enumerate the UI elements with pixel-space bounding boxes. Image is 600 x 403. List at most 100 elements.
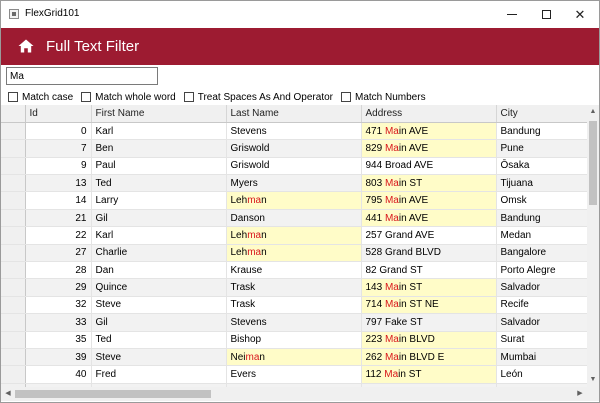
cell-address[interactable]: 714 Main ST NE [361,296,497,315]
cell-city[interactable]: Porto Alegre [496,261,587,280]
row-header[interactable] [1,157,26,176]
cell-first-name[interactable]: Gil [91,313,227,332]
table-row[interactable]: 14 Larry Lehman 795 Main AVE Omsk [1,191,587,210]
table-row[interactable]: 0 Karl Stevens 471 Main AVE Bandung [1,122,587,141]
vertical-scrollbar[interactable]: ▲ ▼ [587,105,599,387]
cell-city[interactable]: Pune [496,139,587,158]
cell-last-name[interactable]: Neiman [226,348,362,367]
cell-address[interactable]: 262 Main BLVD E [361,348,497,367]
cell-last-name[interactable]: Trask [226,296,362,315]
option-treat-spaces-as-and-operator[interactable]: Treat Spaces As And Operator [183,90,333,104]
home-icon[interactable] [18,38,34,54]
cell-address[interactable]: 829 Main AVE [361,139,497,158]
scroll-right-icon[interactable]: ▶ [575,389,585,399]
vertical-scroll-thumb[interactable] [589,121,597,205]
cell-id[interactable]: 9 [25,157,92,176]
cell-address[interactable]: 803 Main ST [361,174,497,193]
cell-id[interactable]: 13 [25,174,92,193]
cell-city[interactable]: Bangalore [496,244,587,263]
cell-first-name[interactable]: Quince [91,278,227,297]
row-header[interactable] [1,209,26,228]
cell-first-name[interactable]: Gil [91,209,227,228]
maximize-button[interactable] [529,1,563,28]
cell-id[interactable]: 32 [25,296,92,315]
table-row[interactable]: 21 Gil Danson 441 Main AVE Bandung [1,209,587,228]
cell-address[interactable]: 223 Main BLVD [361,331,497,349]
match-whole-word-checkbox[interactable] [81,92,92,102]
cell-last-name[interactable]: Krause [226,261,362,280]
row-header[interactable] [1,278,26,297]
data-grid[interactable]: Id First Name Last Name Address City 0 Ka… [1,105,587,387]
cell-address[interactable]: 143 Main ST [361,278,497,297]
minimize-button[interactable] [495,1,529,28]
horizontal-scrollbar[interactable]: ◀ ▶ [1,387,587,401]
match-numbers-checkbox[interactable] [341,92,351,102]
treat-spaces-as-and-operator-checkbox[interactable] [183,92,194,102]
cell-id[interactable]: 14 [25,191,92,210]
cell-first-name[interactable]: Ted [91,331,227,349]
cell-address[interactable]: 944 Broad AVE [361,157,497,176]
cell-last-name[interactable]: Bishop [226,331,362,349]
table-row[interactable]: 32 Steve Trask 714 Main ST NE Recife [1,296,587,315]
column-header-last-name[interactable]: Last Name [226,105,362,123]
cell-city[interactable]: Bandung [496,122,587,141]
cell-city[interactable]: Salvador [496,278,587,297]
match-case-checkbox[interactable] [8,92,18,102]
row-header[interactable] [1,139,26,158]
cell-first-name[interactable]: Steve [91,348,227,367]
cell-id[interactable]: 29 [25,278,92,297]
cell-city[interactable]: Medan [496,226,587,245]
cell-address[interactable]: 797 Fake ST [361,313,497,332]
cell-last-name[interactable]: Lehman [226,244,362,263]
cell-address[interactable]: 112 Main ST [361,365,497,384]
table-row[interactable]: 40 Fred Evers 112 Main ST León [1,365,587,384]
cell-city[interactable]: Salvador [496,313,587,332]
cell-last-name[interactable]: Stevens [226,122,362,141]
cell-id[interactable]: 28 [25,261,92,280]
cell-first-name[interactable]: Karl [91,122,227,141]
row-header[interactable] [1,313,26,332]
cell-id[interactable]: 21 [25,209,92,228]
cell-first-name[interactable]: Steve [91,296,227,315]
cell-first-name[interactable]: Charlie [91,244,227,263]
cell-last-name[interactable]: Griswold [226,139,362,158]
table-row[interactable]: 13 Ted Myers 803 Main ST Tijuana [1,174,587,193]
filter-input[interactable] [6,67,158,85]
cell-city[interactable]: Omsk [496,191,587,210]
table-row[interactable]: 7 Ben Griswold 829 Main AVE Pune [1,139,587,158]
cell-city[interactable]: Mumbai [496,348,587,367]
row-header[interactable] [1,191,26,210]
cell-first-name[interactable]: Larry [91,191,227,210]
cell-first-name[interactable]: Karl [91,226,227,245]
grid-corner-cell[interactable] [1,105,26,123]
table-row[interactable]: 22 Karl Lehman 257 Grand AVE Medan [1,226,587,245]
cell-first-name[interactable]: Paul [91,157,227,176]
table-row[interactable]: 29 Quince Trask 143 Main ST Salvador [1,278,587,297]
option-match-whole-word[interactable]: Match whole word [81,90,176,104]
cell-last-name[interactable]: Stevens [226,313,362,332]
table-row[interactable]: 39 Steve Neiman 262 Main BLVD E Mumbai [1,348,587,367]
cell-address[interactable]: 441 Main AVE [361,209,497,228]
cell-id[interactable]: 22 [25,226,92,245]
cell-address[interactable]: 82 Grand ST [361,261,497,280]
cell-city[interactable]: Bandung [496,209,587,228]
cell-id[interactable]: 0 [25,122,92,141]
cell-id[interactable]: 33 [25,313,92,332]
column-header-first-name[interactable]: First Name [91,105,227,123]
row-header[interactable] [1,348,26,367]
row-header[interactable] [1,331,26,349]
cell-last-name[interactable]: Lehman [226,226,362,245]
row-header[interactable] [1,244,26,263]
row-header[interactable] [1,261,26,280]
cell-address[interactable]: 528 Grand BLVD [361,244,497,263]
option-match-numbers[interactable]: Match Numbers [341,90,426,104]
table-row[interactable]: 28 Dan Krause 82 Grand ST Porto Alegre [1,261,587,280]
table-row[interactable]: 35 Ted Bishop 223 Main BLVD Surat [1,331,587,349]
scroll-down-icon[interactable]: ▼ [589,375,597,385]
cell-last-name[interactable]: Griswold [226,157,362,176]
horizontal-scroll-thumb[interactable] [15,390,211,398]
column-header-address[interactable]: Address [361,105,497,123]
scroll-left-icon[interactable]: ◀ [3,389,13,399]
cell-last-name[interactable]: Myers [226,174,362,193]
cell-city[interactable]: Recife [496,296,587,315]
